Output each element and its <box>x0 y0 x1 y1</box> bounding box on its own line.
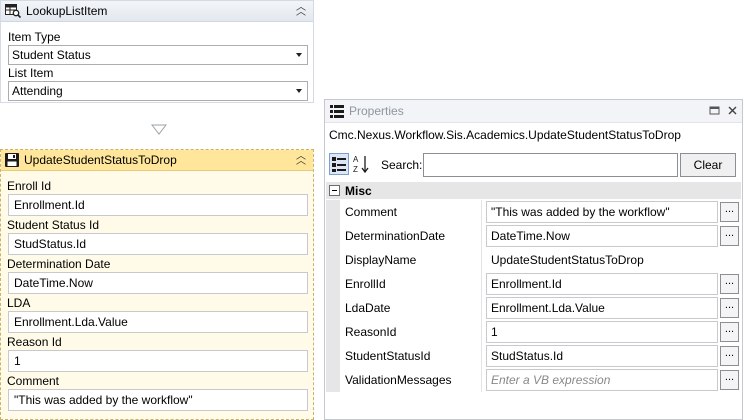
save-disk-icon <box>5 153 19 167</box>
category-misc[interactable]: Misc <box>326 182 741 199</box>
property-name: DeterminationDate <box>345 229 446 243</box>
property-name: EnrollId <box>345 277 386 291</box>
lookup-activity-title: LookupListItem <box>26 4 108 18</box>
reason-id-label: Reason Id <box>7 335 62 349</box>
selected-type-name: Cmc.Nexus.Workflow.Sis.Academics.UpdateS… <box>329 128 681 142</box>
collapse-chevron-icon[interactable]: ︿ ︿ <box>295 152 307 167</box>
ellipsis-button[interactable]: ... <box>720 202 739 222</box>
comment-input[interactable]: "This was added by the workflow" <box>8 389 308 411</box>
properties-title: Properties <box>349 104 404 118</box>
property-value-placeholder[interactable]: Enter a VB expression <box>486 369 718 391</box>
row-gutter <box>326 248 340 272</box>
property-value-input[interactable]: Enrollment.Lda.Value <box>486 297 718 319</box>
property-name: Comment <box>345 205 398 219</box>
property-name: ValidationMessages <box>345 373 452 387</box>
update-activity-title: UpdateStudentStatusToDrop <box>24 153 177 167</box>
determination-date-label: Determination Date <box>7 257 111 271</box>
sort-alphabetical-icon[interactable]: A Z <box>351 153 371 175</box>
ellipsis-button[interactable]: ... <box>720 274 739 294</box>
property-name: DisplayName <box>345 253 417 267</box>
svg-text:Z: Z <box>353 165 358 174</box>
row-gutter <box>326 224 340 248</box>
property-value-input[interactable]: 1 <box>486 321 718 343</box>
determination-date-input[interactable]: DateTime.Now <box>8 272 308 294</box>
property-row-comment[interactable]: Comment "This was added by the workflow"… <box>326 200 741 224</box>
properties-title-bar[interactable]: Properties <box>325 100 742 123</box>
list-item-label: List Item <box>8 66 54 80</box>
search-input[interactable] <box>423 153 678 177</box>
clear-button[interactable]: Clear <box>680 153 736 177</box>
enroll-id-label: Enroll Id <box>7 179 52 193</box>
row-gutter <box>326 200 340 224</box>
row-gutter <box>326 296 340 320</box>
reason-id-input[interactable]: 1 <box>8 350 308 372</box>
update-activity-header[interactable]: UpdateStudentStatusToDrop <box>1 150 313 171</box>
properties-toolbar: A Z Search: Clear <box>325 151 742 180</box>
maximize-icon[interactable] <box>709 105 720 116</box>
ellipsis-button[interactable]: ... <box>720 226 739 246</box>
property-value-text[interactable]: UpdateStudentStatusToDrop <box>486 249 718 271</box>
property-name: ReasonId <box>345 325 397 339</box>
collapse-chevron-icon[interactable]: ︿ ︿ <box>295 3 307 18</box>
row-gutter <box>326 272 340 296</box>
row-gutter <box>326 344 340 368</box>
property-row-determinationdate[interactable]: DeterminationDate DateTime.Now ... <box>326 224 741 248</box>
item-type-value: Student Status <box>12 48 91 62</box>
list-item-value: Attending <box>12 84 63 98</box>
lookup-activity-header[interactable]: LookupListItem <box>1 1 313 22</box>
property-row-validationmessages[interactable]: ValidationMessages Enter a VB expression… <box>326 368 741 392</box>
property-row-enrollid[interactable]: EnrollId Enrollment.Id ... <box>326 272 741 296</box>
enroll-id-input[interactable]: Enrollment.Id <box>8 194 308 216</box>
item-type-select[interactable]: Student Status <box>8 45 308 65</box>
ellipsis-button[interactable]: ... <box>720 322 739 342</box>
property-value-input[interactable]: Enrollment.Id <box>486 273 718 295</box>
property-row-studentstatusid[interactable]: StudentStatusId StudStatus.Id ... <box>326 344 741 368</box>
student-status-id-label: Student Status Id <box>7 218 100 232</box>
lookup-list-item-activity[interactable]: LookupListItem ︿ ︿ Item Type Student Stat… <box>0 0 314 103</box>
property-row-displayname[interactable]: DisplayName UpdateStudentStatusToDrop <box>326 248 741 272</box>
item-type-label: Item Type <box>8 30 61 44</box>
search-label: Search: <box>381 158 423 172</box>
property-name: StudentStatusId <box>345 349 431 363</box>
close-icon[interactable] <box>727 105 738 116</box>
lookup-table-icon <box>5 4 21 18</box>
property-row-ldadate[interactable]: LdaDate Enrollment.Lda.Value ... <box>326 296 741 320</box>
lda-label: LDA <box>7 296 31 310</box>
comment-label: Comment <box>7 374 60 388</box>
property-value-input[interactable]: "This was added by the workflow" <box>486 201 718 223</box>
ellipsis-button[interactable]: ... <box>720 370 739 390</box>
lda-input[interactable]: Enrollment.Lda.Value <box>8 311 308 333</box>
category-misc-label: Misc <box>345 183 372 198</box>
property-value-input[interactable]: StudStatus.Id <box>486 345 718 367</box>
row-gutter <box>326 368 340 392</box>
update-student-status-activity[interactable]: UpdateStudentStatusToDrop ︿ ︿ Enroll Id E… <box>0 149 314 420</box>
svg-text:A: A <box>353 155 359 164</box>
properties-panel: Properties Cmc.Nexus.Workflow.Sis.Academ… <box>324 99 743 420</box>
collapse-category-icon[interactable] <box>329 185 340 196</box>
categorized-view-icon[interactable] <box>329 153 349 175</box>
property-value-input[interactable]: DateTime.Now <box>486 225 718 247</box>
student-status-id-input[interactable]: StudStatus.Id <box>8 233 308 255</box>
property-row-reasonid[interactable]: ReasonId 1 ... <box>326 320 741 344</box>
chevron-down-icon[interactable] <box>296 53 302 57</box>
ellipsis-button[interactable]: ... <box>720 346 739 366</box>
ellipsis-button[interactable]: ... <box>720 298 739 318</box>
row-gutter <box>326 320 340 344</box>
properties-list-icon <box>330 104 344 118</box>
list-item-select[interactable]: Attending <box>8 81 308 101</box>
chevron-down-icon[interactable] <box>296 89 302 93</box>
property-name: LdaDate <box>345 301 391 315</box>
flow-connector-arrow-icon <box>151 124 167 135</box>
